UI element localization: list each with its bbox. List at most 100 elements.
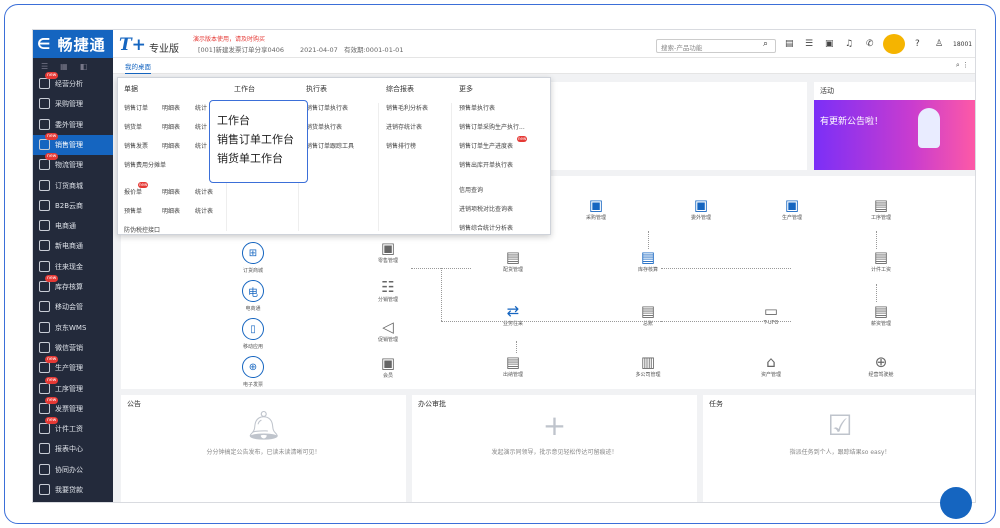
menu-item-label[interactable]: 进销项税对比查询表 [459,206,513,213]
menu-item[interactable]: 销售出库开单执行表 [459,160,525,169]
menu-item-label[interactable]: 统计表 [195,208,213,215]
menu-item-label[interactable]: 报价单 [124,189,142,196]
menu-item-label[interactable]: 明细表 [162,208,180,215]
menu-item-label[interactable]: 销售订单生产进度表 [459,143,513,150]
menu-item-label[interactable]: 销售综合统计分析表 [459,225,513,232]
menu-item[interactable]: 统计表 [195,206,225,215]
menu-item[interactable]: 明细表 [162,187,195,196]
menu-item-label[interactable]: 明细表 [162,143,180,150]
menu-item-label[interactable]: 销售订单执行表 [306,105,348,112]
menu-item-label[interactable]: 销货单执行表 [306,124,342,131]
tab-my-desktop[interactable]: 我的桌面 [125,61,151,74]
sidebar-item[interactable]: new 库存核算 [33,275,113,297]
tooltip-item[interactable]: 工作台 [217,111,301,130]
sidebar-item[interactable]: 电商通 [33,216,113,236]
floating-action-button[interactable] [940,487,972,519]
tab-search-icon[interactable]: ⌕ ⋮ [956,61,969,70]
menu-item[interactable]: 信用查询 [459,185,525,194]
sidebar-item[interactable]: new 物流管理 [33,153,113,175]
flow-node[interactable]: ▤ 薪资管理 [851,302,911,327]
phone-icon[interactable]: ✆ [866,39,874,49]
menu-item-label[interactable]: 预售单 [124,208,142,215]
flow-node[interactable]: ▤ 出纳管理 [483,353,543,378]
collapse-icon[interactable]: ◧ [80,62,88,71]
sidebar-item[interactable]: 往来现金 [33,257,113,277]
search-icon[interactable]: ⌕ [763,39,768,49]
app-circle-icon[interactable]: ▯ [242,318,264,340]
flow-node[interactable]: ▣ 采购管理 [566,196,626,221]
flow-node[interactable]: ▤ 配货管理 [483,248,543,273]
sidebar-item[interactable]: 微信营销 [33,338,113,358]
flow-node[interactable]: ⊕ 经营驾驶舱 [851,353,911,378]
menu-item[interactable]: 进销存统计表 [386,122,428,131]
menu-item[interactable]: 销售订单执行表 [306,103,354,112]
menu-icon[interactable]: ☰ [41,62,48,71]
app-circle-icon[interactable]: 电 [242,280,264,302]
app-circle-icon[interactable]: ⊞ [242,242,264,264]
brand-logo[interactable]: ∈ 畅捷通 [33,30,113,58]
flow-node[interactable]: ▤ 总账 [618,302,678,327]
menu-item-label[interactable]: 销售排行榜 [386,143,416,150]
plus-icon[interactable]: + [412,409,697,442]
menu-item[interactable]: 销货单 [124,122,162,131]
menu-item[interactable]: 明细表 [162,122,195,131]
menu-item-label[interactable]: 统计 [195,124,207,131]
sidebar-item[interactable]: B2B云商 [33,196,113,216]
menu-item-label[interactable]: 信用查询 [459,187,483,194]
sidebar-item[interactable]: 委外管理 [33,115,113,135]
help-icon[interactable]: ? [915,39,920,49]
menu-item-label[interactable]: 销售订单采购生产执行... [459,124,525,131]
menu-item[interactable]: 明细表 [162,206,195,215]
menu-item[interactable]: 统计表 [195,187,225,196]
menu-item[interactable]: 销货单执行表 [306,122,354,131]
sidebar-item[interactable]: 京东WMS [33,318,113,338]
menu-item-label[interactable]: 销售订单 [124,105,148,112]
menu-item-label[interactable]: 明细表 [162,124,180,131]
menu-item-label[interactable]: 明细表 [162,105,180,112]
flow-node[interactable]: ◁ 促销管理 [358,318,418,343]
flow-node[interactable]: ▣ 零售管理 [358,239,418,264]
flow-node[interactable]: ▣ 委外管理 [671,196,731,221]
sidebar-item[interactable]: 新电商通 [33,236,113,256]
activity-banner[interactable]: 有更新公告啦！ [814,100,975,170]
tooltip-item[interactable]: 销货单工作台 [217,149,301,168]
flow-node[interactable]: ⌂ 资产管理 [741,353,801,378]
flow-node[interactable]: ▤ 库存核算 [618,248,678,273]
search-input[interactable]: 搜索-产品功能 [656,39,776,53]
menu-item-label[interactable]: 销售出库开单执行表 [459,162,513,169]
menu-item[interactable]: 进销项税对比查询表 [459,204,525,213]
flow-node[interactable]: ▤ 工序管理 [851,196,911,221]
flow-node[interactable]: ⇄ 业务往来 [483,302,543,327]
menu-item-label[interactable]: 销售订单跟踪工具 [306,143,354,150]
sidebar-item[interactable]: 订货商城 [33,176,113,196]
menu-item[interactable]: 销售订单 [124,103,162,112]
company-account[interactable]: [001]新建发票订单分享0406 [198,44,284,54]
sidebar-item[interactable]: new 计件工资 [33,417,113,439]
flow-node[interactable]: ▤ 计件工资 [851,248,911,273]
menu-item[interactable]: 销售订单采购生产执行... [459,122,525,131]
menu-item-label[interactable]: 统计 [195,105,207,112]
menu-item-label[interactable]: 进销存统计表 [386,124,422,131]
flow-node[interactable]: ▣ 生产管理 [762,196,822,221]
menu-item[interactable]: 防伪税控接口 [124,225,225,234]
flow-node[interactable]: ▥ 多公司管理 [618,353,678,378]
flow-node[interactable]: ☷ 分销管理 [358,278,418,303]
document-icon[interactable]: ▤ [785,39,794,49]
grid-icon[interactable]: ▦ [60,62,68,71]
sidebar-item[interactable]: 报表中心 [33,439,113,459]
sidebar-item[interactable]: new 发票管理 [33,396,113,419]
menu-item[interactable]: 销售综合统计分析表 [459,223,525,232]
sidebar-item[interactable]: 协同办公 [33,460,113,480]
menu-item-label[interactable]: 防伪税控接口 [124,225,225,234]
demo-notice[interactable]: 演示版本使用，请及时购买 [193,34,265,43]
menu-item[interactable]: 预售单执行表 [459,103,525,112]
sidebar-item[interactable]: new 销售管理 [33,132,113,155]
list-icon[interactable]: ☰ [805,39,813,49]
flow-node[interactable]: ▣ 会员 [358,354,418,379]
tooltip-item[interactable]: 销售订单工作台 [217,130,301,149]
sidebar-item[interactable]: 采购管理 [33,94,113,114]
menu-item-label[interactable]: 销货单 [124,124,142,131]
mascot-icon[interactable] [883,34,905,54]
app-circle-icon[interactable]: ⊕ [242,356,264,378]
sidebar-item[interactable]: 移动会管 [33,297,113,317]
